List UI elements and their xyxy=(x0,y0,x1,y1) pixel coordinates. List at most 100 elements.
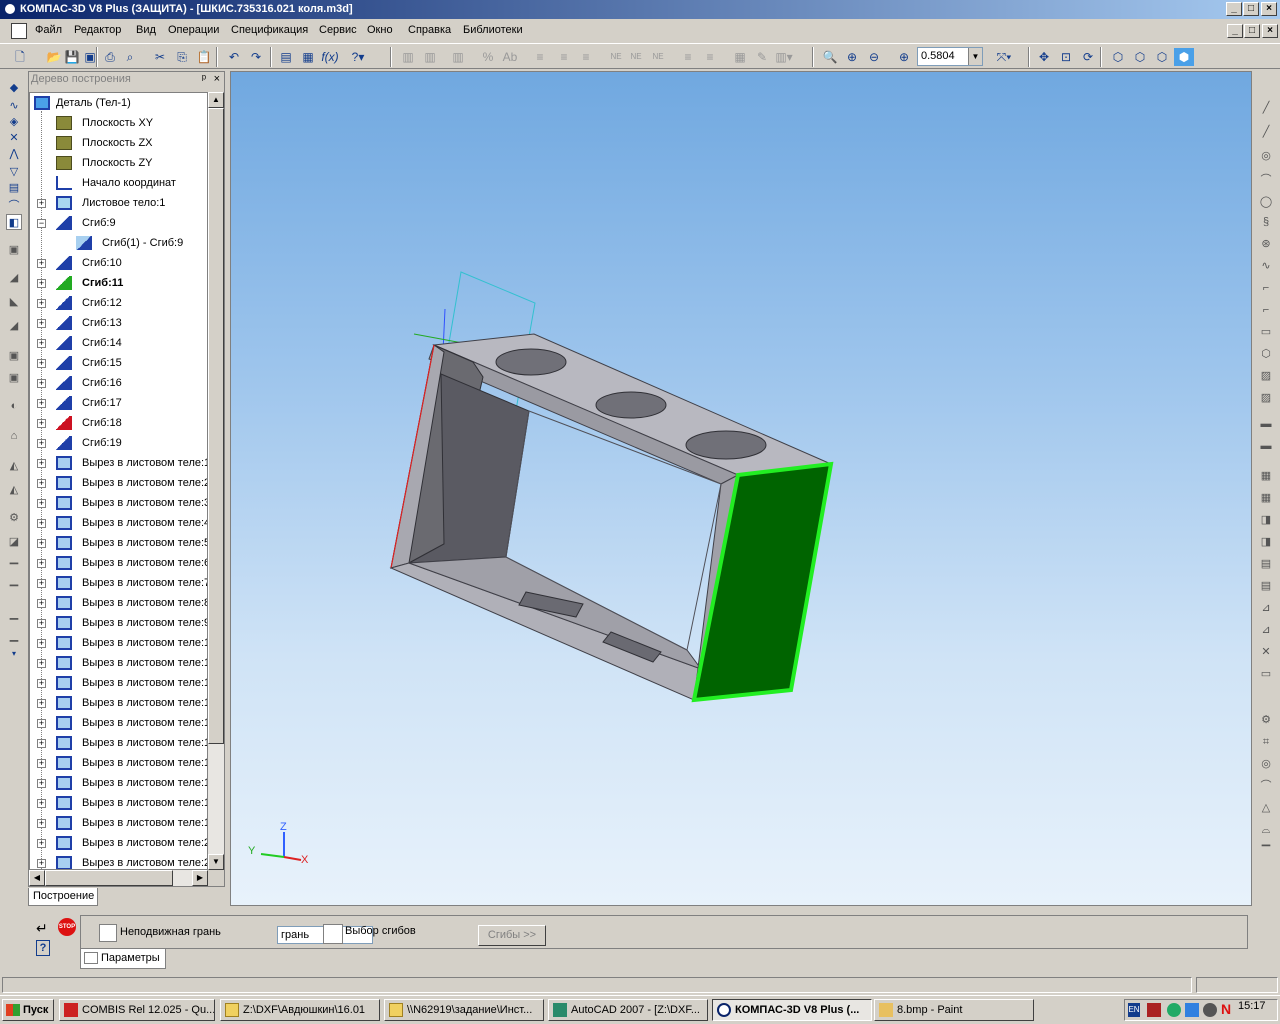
circle-icon[interactable]: ◎ xyxy=(1258,148,1274,164)
tool-icon[interactable]: ◈ xyxy=(6,114,22,130)
tool-icon[interactable]: ▣ xyxy=(6,242,22,258)
library-icon[interactable]: ▦ xyxy=(298,48,318,66)
doc-close-button[interactable]: × xyxy=(1262,24,1278,38)
tool-icon[interactable]: ⊛ xyxy=(1258,236,1274,252)
expand-icon[interactable]: + xyxy=(37,599,46,608)
menu-service[interactable]: Сервис xyxy=(319,24,357,36)
show-all-icon[interactable]: ⊡ xyxy=(1056,48,1076,66)
model-viewport[interactable]: Z X Y xyxy=(230,71,1252,906)
expand-icon[interactable]: + xyxy=(37,619,46,628)
expand-icon[interactable]: + xyxy=(37,799,46,808)
tool-icon[interactable]: ▦ xyxy=(1258,490,1274,506)
tool-icon[interactable]: ▤ xyxy=(1258,578,1274,594)
tray-app-icon[interactable] xyxy=(1167,1003,1181,1017)
expand-icon[interactable]: + xyxy=(37,679,46,688)
print-preview-icon[interactable]: ⌕ xyxy=(120,48,140,66)
print-icon[interactable]: ⎙ xyxy=(100,48,120,66)
tool-icon[interactable]: ⌐ xyxy=(1258,280,1274,296)
clock[interactable]: 15:17 xyxy=(1238,1000,1266,1012)
cut-icon[interactable]: ✂ xyxy=(150,48,170,66)
expand-icon[interactable]: + xyxy=(37,499,46,508)
tool-icon[interactable]: ◢ xyxy=(6,270,22,286)
tool-icon[interactable]: ▔ xyxy=(1258,844,1274,860)
menu-libraries[interactable]: Библиотеки xyxy=(463,24,523,36)
doc-restore-button[interactable]: □ xyxy=(1244,24,1260,38)
pin-icon[interactable]: ᵖ xyxy=(202,72,206,87)
menu-view[interactable]: Вид xyxy=(136,24,156,36)
expand-icon[interactable]: + xyxy=(37,479,46,488)
expand-icon[interactable]: + xyxy=(37,559,46,568)
expand-icon[interactable]: + xyxy=(37,639,46,648)
expand-icon[interactable]: + xyxy=(37,719,46,728)
tool-icon[interactable]: ▣ xyxy=(6,348,22,364)
polygon-icon[interactable]: ⬡ xyxy=(1258,346,1274,362)
language-indicator[interactable]: EN xyxy=(1128,1003,1140,1017)
task-folder-dxf[interactable]: Z:\DXF\Авдюшкин\16.01 xyxy=(220,999,380,1021)
tree-horizontal-scrollbar[interactable]: ◀ ▶ xyxy=(29,870,208,886)
wireframe-icon[interactable]: ⬡ xyxy=(1108,48,1128,66)
tool-icon[interactable]: ⊿ xyxy=(1258,622,1274,638)
tool-icon[interactable]: ⌂ xyxy=(6,428,22,444)
zoom-scale-icon[interactable]: ⊕ xyxy=(894,48,914,66)
tool-icon[interactable]: ╱ xyxy=(1258,124,1274,140)
expand-icon[interactable]: + xyxy=(37,199,46,208)
tool-icon[interactable]: ▁ xyxy=(6,606,22,622)
tool-icon[interactable]: ⌐ xyxy=(1258,302,1274,318)
menu-specification[interactable]: Спецификация xyxy=(231,24,308,36)
task-kompas[interactable]: КОМПАС-3D V8 Plus (... xyxy=(712,999,872,1021)
tool-icon[interactable]: ✕ xyxy=(6,130,22,146)
tool-icon[interactable]: ▬ xyxy=(1258,416,1274,432)
menu-operations[interactable]: Операции xyxy=(168,24,219,36)
tab-construction[interactable]: Построение xyxy=(28,888,98,906)
tool-icon[interactable]: ▤ xyxy=(1258,556,1274,572)
expand-icon[interactable]: + xyxy=(37,259,46,268)
zoom-scale-input[interactable]: 0.5804 ▼ xyxy=(917,47,983,66)
tray-network-icon[interactable] xyxy=(1185,1003,1199,1017)
tool-icon[interactable]: ◢ xyxy=(6,318,22,334)
menu-window[interactable]: Окно xyxy=(367,24,393,36)
scroll-left-icon[interactable]: ◀ xyxy=(29,870,45,886)
scroll-up-icon[interactable]: ▲ xyxy=(208,92,224,108)
expand-icon[interactable]: + xyxy=(37,699,46,708)
choose-bends-label[interactable]: Выбор сгибов xyxy=(345,925,416,937)
new-doc-icon[interactable]: 🗋 xyxy=(10,48,30,66)
arc-icon[interactable]: ⌒ xyxy=(1258,172,1274,188)
tree-view[interactable]: Деталь (Тел-1) Плоскость XY Плоскость ZX Пл… xyxy=(29,92,208,870)
tool-icon[interactable]: ⌒ xyxy=(6,198,22,214)
close-button[interactable]: × xyxy=(1261,2,1277,16)
manager-icon[interactable]: ▤ xyxy=(276,48,296,66)
tool-icon[interactable]: ▨ xyxy=(1258,390,1274,406)
tool-icon[interactable]: ╱ xyxy=(1258,100,1274,116)
tool-icon[interactable]: ∿ xyxy=(1258,258,1274,274)
collapse-icon[interactable]: − xyxy=(37,219,46,228)
tool-icon[interactable]: ∿ xyxy=(6,98,22,114)
ellipse-icon[interactable]: ◯ xyxy=(1258,194,1274,210)
context-help-icon[interactable]: ?▾ xyxy=(348,48,368,66)
tray-app-icon[interactable] xyxy=(1203,1003,1217,1017)
bend-selection-icon[interactable] xyxy=(323,924,343,944)
orientation-icon[interactable]: ⤧▾ xyxy=(994,48,1014,66)
tool-icon[interactable]: ▔ xyxy=(6,584,22,600)
task-folder-network[interactable]: \\N62919\задание\Инст... xyxy=(384,999,544,1021)
expand-icon[interactable]: + xyxy=(37,299,46,308)
tool-icon[interactable]: ▁ xyxy=(6,628,22,644)
menu-edit[interactable]: Редактор xyxy=(74,24,121,36)
expand-icon[interactable]: + xyxy=(37,759,46,768)
tool-icon[interactable]: ⌗ xyxy=(1258,734,1274,750)
variables-icon[interactable]: f(x) xyxy=(320,48,340,66)
tool-icon[interactable]: ⌒ xyxy=(1258,778,1274,794)
close-icon[interactable]: × xyxy=(214,72,220,87)
expand-icon[interactable]: + xyxy=(37,339,46,348)
tool-icon[interactable]: ✕ xyxy=(1258,644,1274,660)
expand-icon[interactable]: + xyxy=(37,579,46,588)
maximize-button[interactable]: □ xyxy=(1243,2,1259,16)
tool-icon[interactable]: ▭ xyxy=(1258,666,1274,682)
hidden-lines-icon[interactable]: ⬡ xyxy=(1130,48,1150,66)
open-icon[interactable]: 📂 xyxy=(44,48,64,66)
tool-icon[interactable]: ⚙ xyxy=(6,510,22,526)
tool-icon[interactable]: ▬ xyxy=(1258,438,1274,454)
tool-icon[interactable]: ◭ xyxy=(6,458,22,474)
tool-icon[interactable]: ▤ xyxy=(6,180,22,196)
tool-icon[interactable]: ⌓ xyxy=(1258,822,1274,838)
expand-icon[interactable]: + xyxy=(37,839,46,848)
